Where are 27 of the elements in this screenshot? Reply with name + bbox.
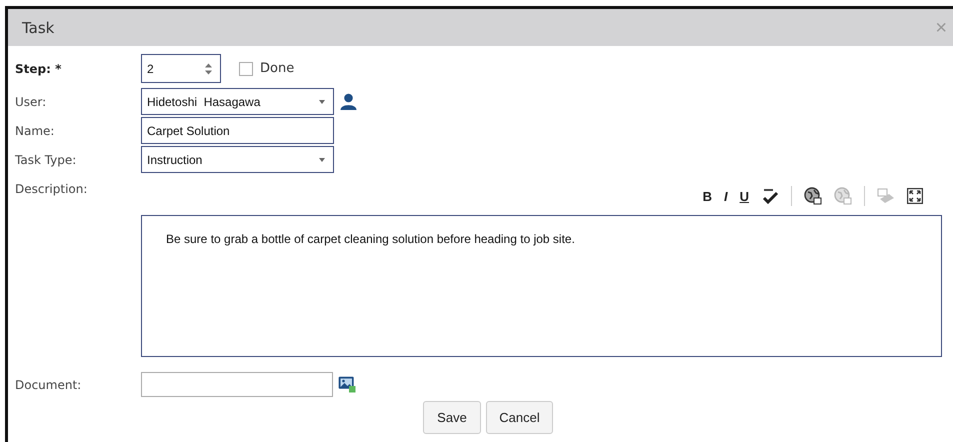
italic-button[interactable]: I (724, 188, 728, 204)
person-icon[interactable] (340, 93, 357, 110)
done-checkbox[interactable] (239, 62, 253, 76)
step-input[interactable]: 2 (141, 54, 221, 83)
field-label: Name: (15, 124, 56, 138)
field-label: Step: * (15, 62, 62, 76)
image-upload-icon[interactable] (338, 376, 356, 393)
underline-button[interactable]: U (740, 188, 749, 204)
document-input[interactable] (141, 372, 333, 397)
checkbox-label: Done (260, 61, 294, 76)
spellcheck-icon[interactable] (761, 188, 779, 204)
globe-icon[interactable] (804, 187, 822, 205)
bold-button[interactable]: B (702, 188, 712, 204)
fullscreen-icon[interactable] (907, 188, 923, 204)
description-editor[interactable]: Be sure to grab a bottle of carpet cleaning solution before heading to job site. (141, 215, 942, 357)
field-label: Document: (15, 378, 82, 392)
save-button[interactable]: Save (423, 401, 481, 434)
task-type-dropdown[interactable]: Instruction (141, 146, 334, 173)
cancel-button[interactable]: Cancel (486, 401, 553, 434)
field-label: Task Type: (15, 152, 78, 166)
window-title: Task (22, 18, 54, 36)
name-input[interactable]: Carpet Solution (141, 117, 334, 144)
description-text: Be sure to grab a bottle of carpet cleaning solution before heading to job site. (166, 232, 576, 246)
spinner-arrows-icon[interactable] (205, 62, 212, 74)
field-label: User: (15, 94, 48, 108)
field-label: Description: (15, 182, 88, 196)
user-dropdown[interactable]: Hidetoshi Hasagawa (141, 88, 334, 115)
